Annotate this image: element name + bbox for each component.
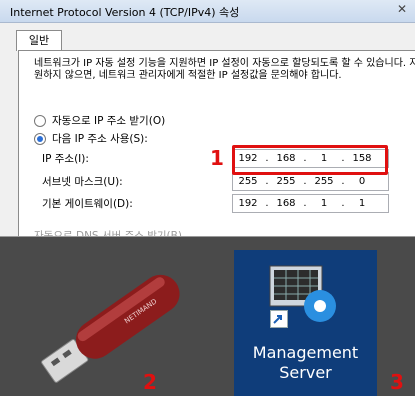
close-icon[interactable]: ✕ bbox=[395, 2, 409, 16]
gateway-field[interactable]: 192. 168. 1. 1 bbox=[232, 194, 389, 213]
dns-auto-radio-cut[interactable]: 자동으로 DNS 서버 주소 받기(B) bbox=[34, 228, 182, 236]
callout-number-3: 3 bbox=[390, 370, 404, 394]
ip-highlight-box bbox=[232, 145, 388, 175]
gateway-octet-4[interactable]: 1 bbox=[347, 198, 377, 209]
radio-auto-ip-label: 자동으로 IP 주소 받기(O) bbox=[52, 115, 166, 127]
shortcut-arrow-icon bbox=[270, 310, 288, 328]
gateway-octet-2[interactable]: 168 bbox=[271, 198, 301, 209]
radio-manual-ip-label: 다음 IP 주소 사용(S): bbox=[52, 133, 148, 145]
radio-manual-ip[interactable]: 다음 IP 주소 사용(S): bbox=[34, 131, 148, 146]
ipv4-properties-dialog: Internet Protocol Version 4 (TCP/IPv4) 속… bbox=[0, 0, 415, 237]
subnet-octet-2[interactable]: 255 bbox=[271, 176, 301, 187]
radio-auto-ip-indicator[interactable] bbox=[34, 114, 46, 127]
radio-auto-ip[interactable]: 자동으로 IP 주소 받기(O) bbox=[34, 113, 165, 128]
subnet-mask-label: 서브넷 마스크(U): bbox=[42, 176, 123, 188]
tab-general[interactable]: 일반 bbox=[16, 30, 62, 51]
radio-manual-ip-indicator[interactable] bbox=[34, 132, 46, 145]
dialog-title: Internet Protocol Version 4 (TCP/IPv4) 속… bbox=[10, 6, 240, 19]
subnet-octet-4[interactable]: 0 bbox=[347, 176, 377, 187]
management-label-line2: Server bbox=[279, 363, 332, 382]
gateway-octet-1[interactable]: 192 bbox=[233, 198, 263, 209]
callout-number-1: 1 bbox=[210, 146, 224, 170]
usb-key-image: NETIMAND bbox=[41, 274, 180, 383]
management-server-label: Management Server bbox=[234, 343, 377, 383]
subnet-octet-1[interactable]: 255 bbox=[233, 176, 263, 187]
callout-number-2: 2 bbox=[143, 370, 157, 394]
ip-address-label: IP 주소(I): bbox=[42, 153, 89, 165]
gateway-label: 기본 게이트웨이(D): bbox=[42, 198, 133, 210]
title-bar: Internet Protocol Version 4 (TCP/IPv4) 속… bbox=[0, 0, 415, 23]
description-text: 네트워크가 IP 자동 설정 기능을 지원하면 IP 설정이 자동으로 할당되도… bbox=[34, 58, 415, 81]
gateway-octet-3[interactable]: 1 bbox=[309, 198, 339, 209]
management-label-line1: Management bbox=[252, 343, 359, 362]
subnet-octet-3[interactable]: 255 bbox=[309, 176, 339, 187]
